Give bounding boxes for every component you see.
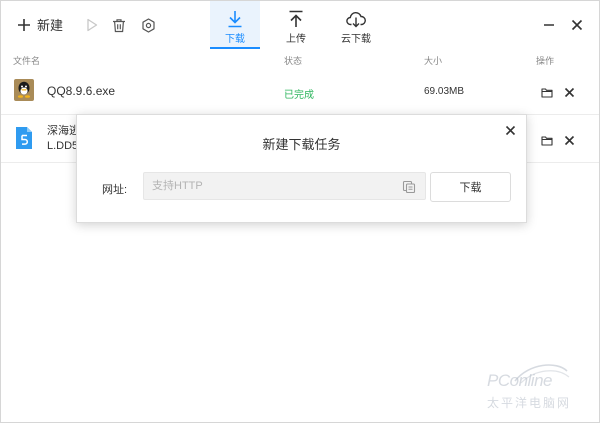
dialog-close-button[interactable]: [504, 124, 516, 136]
dialog-title: 新建下载任务: [262, 137, 341, 152]
col-header-name: 文件名: [13, 56, 41, 66]
tab-upload[interactable]: 上传: [271, 1, 321, 49]
qq-file-icon: [14, 79, 34, 101]
tab-cloud-download-label: 云下载: [341, 34, 371, 45]
open-folder-button[interactable]: [541, 134, 553, 146]
file-name: QQ8.9.6.exe: [47, 84, 116, 98]
toolbar: 新建 下载 上传 云下载: [1, 1, 599, 51]
start-button[interactable]: [83, 16, 101, 34]
close-window-button[interactable]: [570, 18, 584, 32]
col-header-size: 大小: [424, 56, 443, 66]
download-submit-button[interactable]: 下载: [430, 172, 511, 202]
trash-icon: [113, 18, 125, 32]
delete-button[interactable]: [110, 16, 128, 34]
file-status: 已完成: [284, 90, 314, 101]
watermark-brand: PConline: [487, 371, 553, 390]
tab-cloud-download[interactable]: 云下载: [331, 1, 381, 49]
minimize-icon: [544, 24, 554, 26]
url-field: [143, 172, 426, 200]
folder-icon: [541, 87, 553, 98]
settings-icon: [141, 17, 155, 33]
table-header: 文件名 状态 大小 操作: [1, 51, 599, 67]
remove-task-button[interactable]: [563, 134, 575, 146]
file-size: 69.03MB: [424, 86, 465, 97]
upload-icon: [289, 10, 303, 27]
folder-icon: [541, 135, 553, 146]
app-window: 新建 下载 上传 云下载 文件名 状态 大小 操作 QQ8.9.6.exe 已完…: [0, 0, 600, 423]
close-icon: [564, 135, 574, 145]
cloud-download-icon: [346, 11, 366, 28]
tab-upload-label: 上传: [286, 34, 306, 45]
col-header-status: 状态: [284, 56, 303, 66]
new-task-button[interactable]: 新建: [17, 15, 63, 34]
url-label: 网址:: [102, 184, 128, 196]
open-folder-button[interactable]: [541, 86, 553, 98]
table-row[interactable]: QQ8.9.6.exe 已完成 69.03MB: [1, 67, 599, 115]
play-icon: [87, 18, 98, 32]
new-task-label: 新建: [37, 18, 64, 33]
watermark-sub: 太平洋电脑网: [487, 396, 572, 410]
doc-file-icon: [16, 127, 32, 149]
watermark-logo: PConline 太平洋电脑网: [487, 361, 593, 417]
col-header-action: 操作: [536, 56, 555, 66]
tab-download-label: 下载: [225, 34, 245, 45]
plus-icon: [18, 18, 30, 31]
new-download-dialog: 新建下载任务 网址: 下载: [76, 114, 527, 223]
download-icon: [228, 11, 242, 28]
minimize-button[interactable]: [542, 18, 556, 32]
settings-button[interactable]: [139, 16, 157, 34]
paste-icon[interactable]: [402, 180, 416, 194]
close-icon: [571, 19, 583, 31]
remove-task-button[interactable]: [563, 86, 575, 98]
tab-download[interactable]: 下载: [210, 1, 260, 49]
close-icon: [505, 125, 515, 135]
url-input[interactable]: [144, 173, 394, 199]
close-icon: [564, 87, 574, 97]
